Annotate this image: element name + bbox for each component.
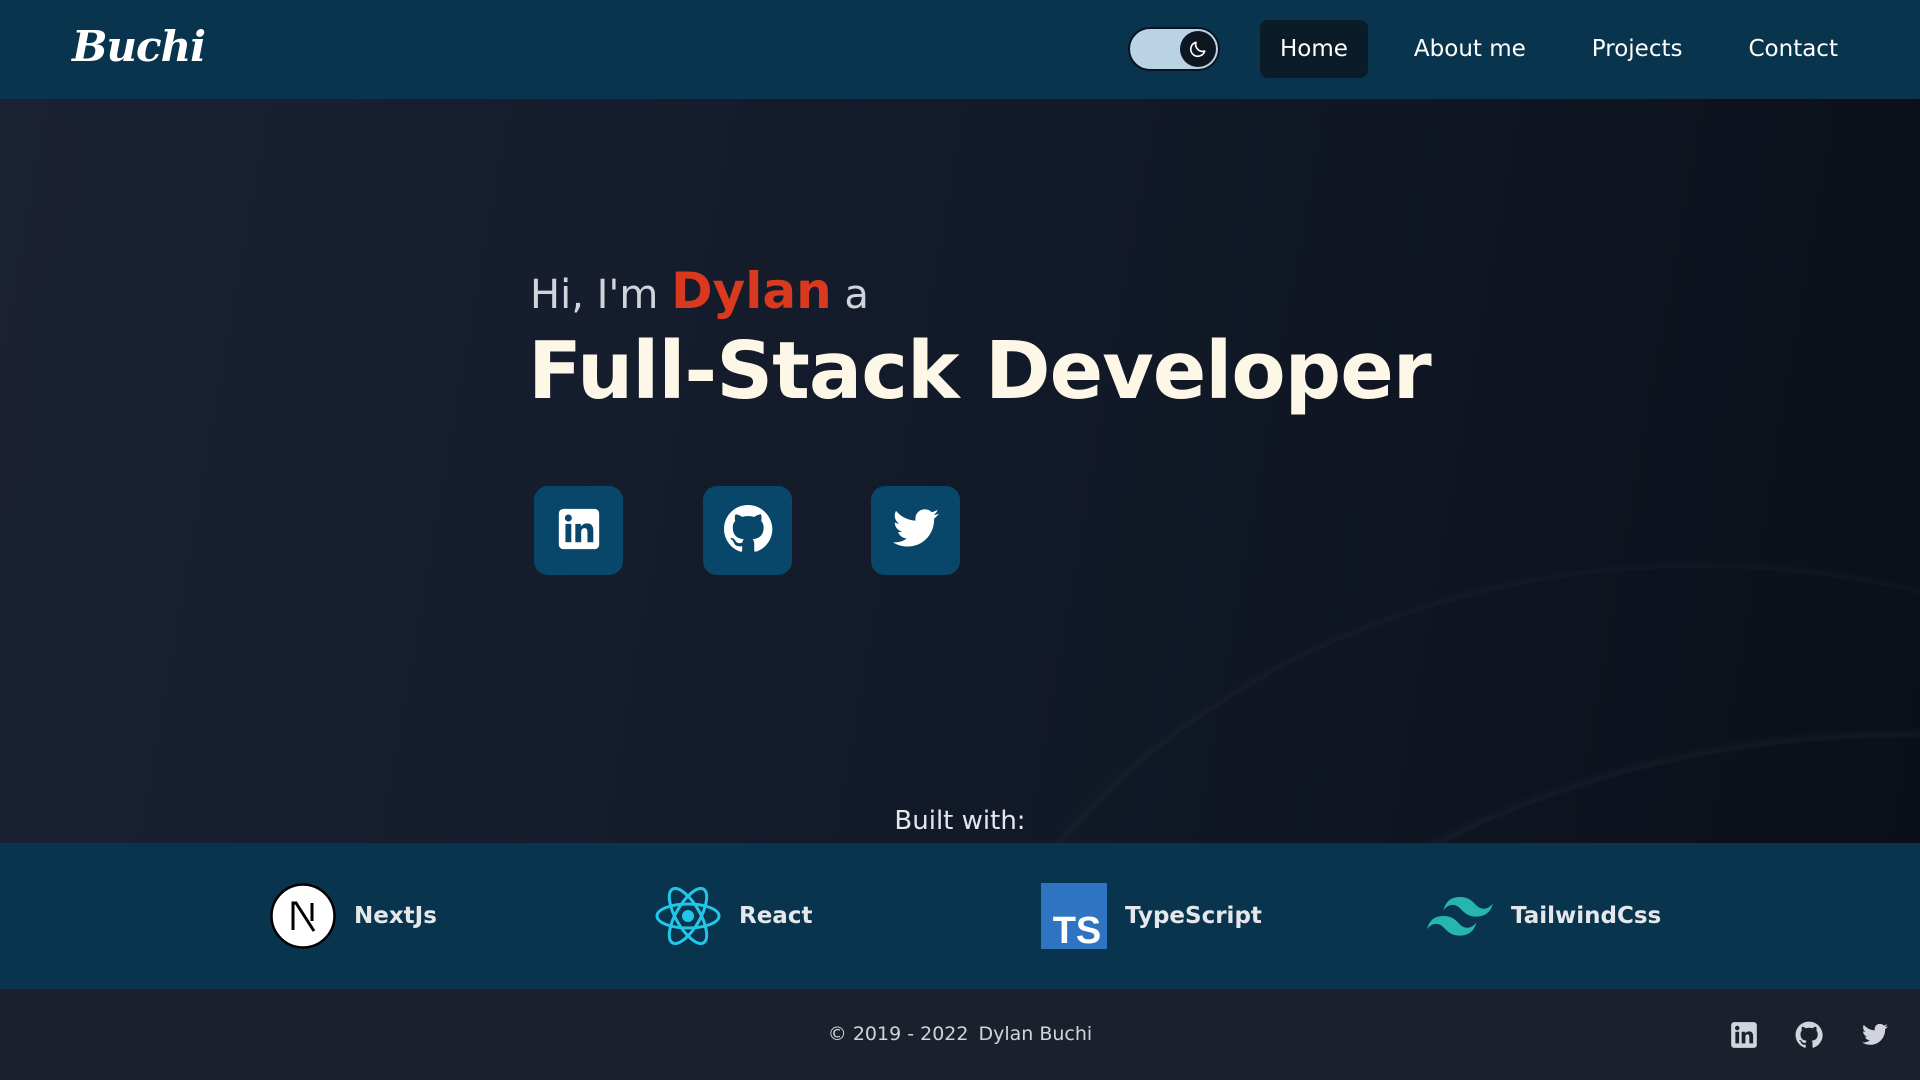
github-button[interactable] [703, 486, 792, 575]
react-icon [655, 883, 721, 949]
nav-link-contact[interactable]: Contact [1728, 20, 1857, 78]
nav-links: Home About me Projects Contact [1260, 20, 1884, 78]
nav-link-about[interactable]: About me [1394, 20, 1546, 78]
tech-label: React [739, 903, 813, 929]
tech-label: TypeScript [1125, 903, 1262, 929]
brand-logo[interactable]: Buchi [72, 22, 206, 71]
tech-strip: NextJs React TS TypeScript TailwindCss [0, 843, 1920, 989]
hero-role: Full-Stack Developer [528, 325, 1432, 417]
footer: © 2019 - 2022 Dylan Buchi [0, 989, 1920, 1080]
hero-greeting: Hi, I'm Dylan a [530, 262, 869, 320]
github-icon[interactable] [1795, 1021, 1823, 1049]
linkedin-icon[interactable] [1730, 1021, 1758, 1049]
greeting-prefix: Hi, I'm [530, 272, 659, 318]
copyright-years: © 2019 - 2022 [827, 1023, 969, 1045]
twitter-icon[interactable] [1861, 1021, 1889, 1049]
hero-name: Dylan [671, 262, 832, 320]
github-icon [723, 504, 773, 558]
linkedin-icon [557, 507, 601, 555]
tech-item-nextjs: NextJs [270, 883, 437, 949]
copyright-name: Dylan Buchi [978, 1023, 1093, 1045]
tech-label: TailwindCss [1511, 903, 1662, 929]
linkedin-button[interactable] [534, 486, 623, 575]
tech-label: NextJs [354, 903, 437, 929]
nav-link-home[interactable]: Home [1260, 20, 1368, 78]
tailwind-icon [1427, 883, 1493, 949]
tech-item-typescript: TS TypeScript [1041, 883, 1262, 949]
built-with-label: Built with: [894, 806, 1026, 836]
tech-item-react: React [655, 883, 812, 949]
svg-text:TS: TS [1053, 910, 1102, 949]
moon-icon [1180, 31, 1216, 67]
tech-item-tailwind: TailwindCss [1427, 883, 1661, 949]
nav-link-projects[interactable]: Projects [1572, 20, 1703, 78]
greeting-suffix: a [844, 272, 869, 318]
theme-toggle[interactable] [1128, 27, 1220, 71]
typescript-icon: TS [1041, 883, 1107, 949]
hero-section [0, 99, 1920, 843]
twitter-button[interactable] [871, 486, 960, 575]
copyright: © 2019 - 2022 Dylan Buchi [0, 989, 1920, 1080]
navbar: Buchi Home About me Projects Contact [0, 0, 1920, 99]
twitter-icon [891, 504, 941, 558]
nextjs-icon [270, 883, 336, 949]
